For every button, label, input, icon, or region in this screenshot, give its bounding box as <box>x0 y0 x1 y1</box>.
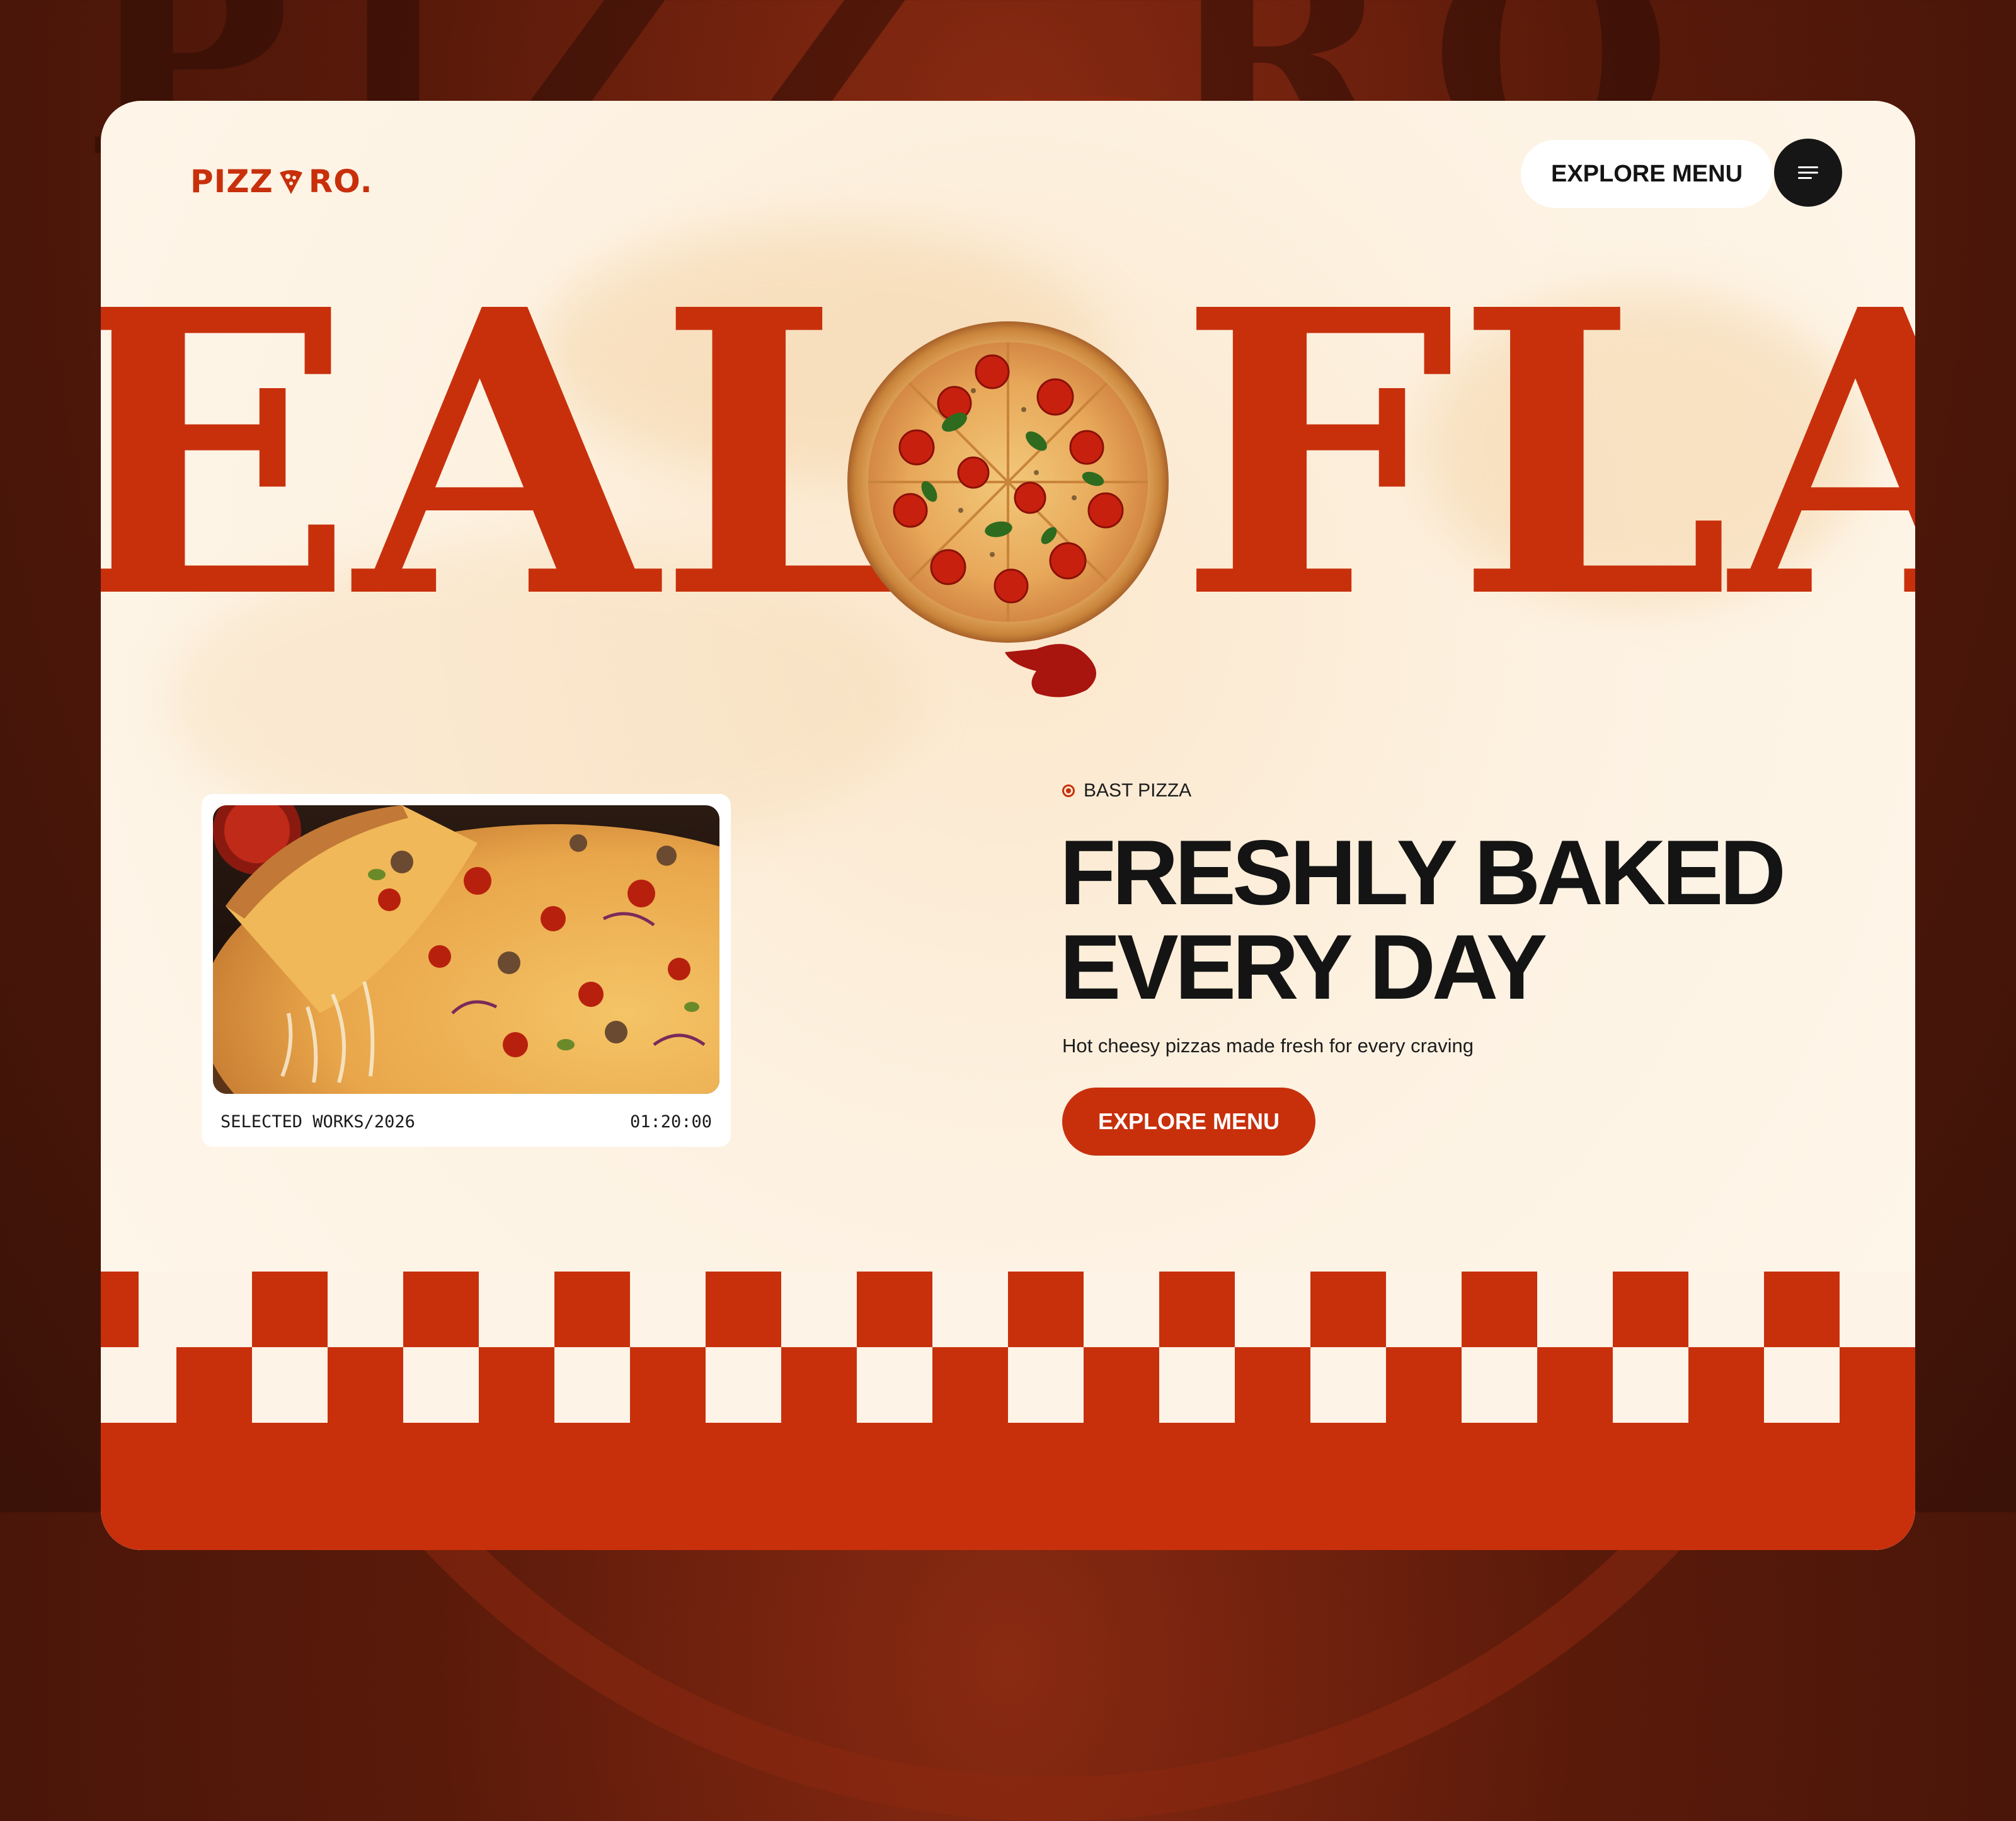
hamburger-icon <box>1798 166 1818 179</box>
menu-toggle-button[interactable] <box>1774 139 1842 207</box>
eyebrow-label: BAST PIZZA <box>1062 780 1191 801</box>
photo-caption: SELECTED WORKS/2026 01:20:00 <box>220 1112 712 1132</box>
page-headline: FRESHLY BAKED EVERY DAY <box>1060 825 1816 1014</box>
pizza-slice-photo <box>213 805 719 1094</box>
brand-name-left: PIZZ <box>190 163 273 200</box>
featured-photo-card[interactable]: SELECTED WORKS/2026 01:20:00 <box>202 794 731 1147</box>
explore-menu-cta-button[interactable]: EXPLORE MENU <box>1062 1088 1315 1156</box>
brand-logo[interactable]: PIZZ RO. <box>190 156 373 207</box>
caption-left: SELECTED WORKS/2026 <box>220 1112 415 1132</box>
eyebrow-text: BAST PIZZA <box>1084 780 1192 801</box>
record-dot-icon <box>1062 784 1075 797</box>
explore-menu-header-button[interactable]: EXPLORE MENU <box>1521 140 1773 208</box>
pizza-slice-icon <box>279 170 302 194</box>
hero-card: PIZZ RO. EXPLORE MENU EAL FLA SELECTED W… <box>101 101 1915 1550</box>
checkerboard-band <box>101 1272 1915 1550</box>
headline-line-2: EVERY DAY <box>1060 916 1547 1018</box>
brand-name-right: RO. <box>308 163 373 200</box>
subtext: Hot cheesy pizzas made fresh for every c… <box>1062 1035 1474 1057</box>
marquee-word-left: EAL <box>101 226 932 684</box>
caption-right: 01:20:00 <box>629 1112 712 1132</box>
pizza-illustration <box>847 321 1175 699</box>
marquee-word-right: FLA <box>1178 226 1915 684</box>
headline-line-1: FRESHLY BAKED <box>1060 821 1786 924</box>
checkerboard-pattern <box>101 1272 1915 1550</box>
